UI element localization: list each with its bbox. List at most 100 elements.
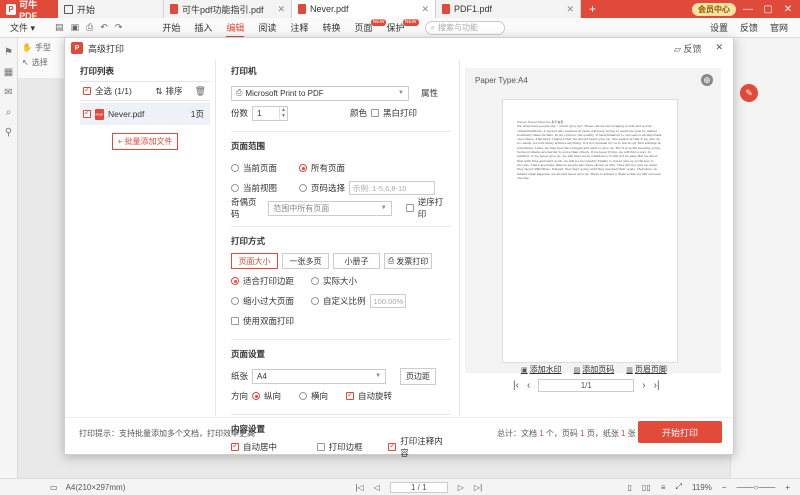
maximize-icon[interactable]: ▢ (760, 4, 776, 15)
mode-invoice-button[interactable]: ⎙ 发票打印 (384, 253, 432, 269)
stepper-arrows-icon[interactable]: ▲ ▼ (279, 107, 287, 119)
bookmark-icon[interactable]: ⚑ (4, 48, 14, 58)
settings-link[interactable]: 设置 (710, 21, 728, 34)
tab-pdf1[interactable]: PDF1.pdf ✕ (436, 0, 581, 18)
add-page-number-button[interactable]: ▤ 添加页码 (574, 364, 615, 375)
close-icon[interactable]: ✕ (566, 4, 574, 15)
header-footer-button[interactable]: ▥ 页眉页脚 (626, 364, 667, 375)
menu-convert[interactable]: 转换 (322, 18, 340, 38)
paper-select[interactable]: A4 ▼ (252, 368, 387, 384)
start-print-button[interactable]: 开始打印 (638, 421, 722, 443)
mode-multi-page-button[interactable]: 一张多页 (282, 253, 329, 269)
printer-select[interactable]: ⎙ Microsoft Print to PDF ▼ (231, 85, 409, 101)
reverse-print-checkbox[interactable] (405, 204, 414, 212)
zoom-level[interactable]: 119% (692, 483, 712, 492)
trash-icon[interactable]: 🗑 (195, 86, 206, 97)
scale-input[interactable]: 100.00% (369, 294, 406, 308)
select-tool[interactable]: ↖ 选择 (18, 53, 64, 68)
print-border-checkbox[interactable] (316, 443, 325, 451)
feedback-link[interactable]: 反馈 (740, 21, 758, 34)
menu-insert[interactable]: 插入 (194, 18, 212, 38)
shrink-oversize-radio[interactable] (231, 297, 239, 305)
duplex-checkbox[interactable] (231, 317, 239, 325)
menu-page[interactable]: 页面 NEW (354, 18, 387, 38)
auto-rotate-checkbox[interactable] (346, 390, 355, 400)
properties-button[interactable]: 属性 (421, 87, 438, 99)
mode-booklet-button[interactable]: 小册子 (333, 253, 380, 269)
close-icon[interactable]: ✕ (421, 4, 429, 15)
view-single-icon[interactable]: ▯ (628, 483, 632, 492)
search-panel-icon[interactable]: ⌕ (4, 108, 14, 118)
fit-icon[interactable]: ⤢ (676, 482, 682, 492)
tab-never-pdf[interactable]: Never.pdf ✕ (292, 0, 436, 18)
search-input[interactable]: ⌕ 搜索与功能 (424, 20, 505, 35)
copies-stepper[interactable]: 1 ▲ ▼ (252, 105, 289, 121)
close-icon[interactable]: ✕ (277, 4, 285, 15)
thumbnail-icon[interactable]: ▦ (4, 68, 14, 78)
first-page-icon[interactable]: |‹ (513, 380, 519, 391)
page-select-radio[interactable] (299, 184, 307, 192)
last-page-icon[interactable]: ›| (654, 380, 660, 391)
zoom-icon[interactable]: ⊕ (701, 74, 713, 86)
hand-tool[interactable]: ✋ 手型 (18, 38, 64, 53)
sort-button[interactable]: ⇅ 排序 (155, 85, 182, 97)
menu-annotate[interactable]: 注释 (290, 18, 308, 38)
redo-icon[interactable]: ↷ (115, 22, 123, 33)
vip-center-button[interactable]: 会员中心 (692, 2, 736, 16)
tab-guide-pdf[interactable]: 可牛pdf功能指引.pdf ✕ (164, 0, 292, 18)
menu-edit[interactable]: 编辑 (226, 18, 245, 38)
all-pages-radio[interactable] (299, 164, 307, 172)
undo-icon[interactable]: ↶ (100, 22, 108, 33)
file-checkbox[interactable] (83, 108, 91, 118)
menu-start[interactable]: 开始 (162, 18, 180, 38)
bw-print-checkbox[interactable] (371, 109, 380, 117)
auto-center-checkbox[interactable] (231, 441, 239, 451)
app-logo[interactable]: P 可牛PDF (0, 0, 58, 21)
last-page-icon[interactable]: ▷| (474, 483, 482, 492)
close-icon[interactable]: ✕ (715, 42, 723, 55)
menu-protect[interactable]: 保护 NEW (386, 18, 419, 38)
actual-size-radio[interactable] (311, 277, 319, 285)
feedback-button[interactable]: ▱ 反馈 (674, 42, 701, 55)
website-link[interactable]: 官网 (770, 21, 788, 34)
next-page-icon[interactable]: ▷ (458, 483, 464, 492)
list-item[interactable]: PDF Never.pdf 1页 (80, 103, 210, 125)
zoom-out-icon[interactable]: − (722, 483, 727, 492)
attachment-icon[interactable]: ⚲ (4, 128, 14, 138)
current-page-radio[interactable] (231, 164, 239, 172)
view-double-icon[interactable]: ▯▯ (642, 483, 651, 492)
print-annotations-checkbox[interactable] (388, 441, 397, 451)
first-page-icon[interactable]: |◁ (355, 483, 363, 492)
page-indicator[interactable]: 1 / 1 (389, 481, 448, 493)
file-menu[interactable]: 文件 ▾ (0, 21, 45, 34)
view-scroll-icon[interactable]: ≡ (661, 483, 666, 492)
print-icon[interactable]: ⎙ (86, 22, 93, 33)
page-range-input[interactable]: 示例: 1-5,6,8-10 (349, 181, 436, 195)
batch-add-files-button[interactable]: + 批量添加文件 (112, 133, 178, 150)
prev-page-icon[interactable]: ◁ (374, 483, 380, 492)
new-tab-icon[interactable]: + (581, 0, 604, 18)
menu-read[interactable]: 阅读 (258, 18, 276, 38)
odd-even-select[interactable]: 范围中所有页面 ▼ (268, 200, 392, 216)
next-page-icon[interactable]: › (642, 380, 645, 391)
fit-margins-radio[interactable] (231, 277, 239, 285)
minimize-icon[interactable]: — (740, 4, 756, 15)
portrait-radio[interactable] (252, 392, 261, 400)
comment-icon[interactable]: ✉ (4, 88, 14, 98)
zoom-in-icon[interactable]: + (785, 483, 790, 492)
custom-scale-radio[interactable] (311, 297, 319, 305)
margins-button[interactable]: 页边距 (400, 367, 437, 385)
preview-page-indicator[interactable]: 1/1 (538, 379, 635, 392)
zoom-slider[interactable]: ───○─── (736, 483, 775, 492)
landscape-radio[interactable] (299, 392, 308, 400)
prev-page-icon[interactable]: ‹ (527, 380, 530, 391)
close-window-icon[interactable]: ✕ (780, 4, 796, 15)
open-icon[interactable]: ▤ (55, 22, 64, 33)
save-icon[interactable]: ▣ (71, 22, 80, 33)
assistant-icon[interactable]: ✎ (740, 84, 758, 102)
select-all-checkbox[interactable] (83, 85, 91, 95)
tab-home[interactable]: 开始 (58, 0, 164, 18)
add-watermark-button[interactable]: ▣ 添加水印 (521, 364, 562, 375)
mode-page-size-button[interactable]: 页面大小 (231, 253, 278, 269)
current-view-radio[interactable] (231, 184, 239, 192)
